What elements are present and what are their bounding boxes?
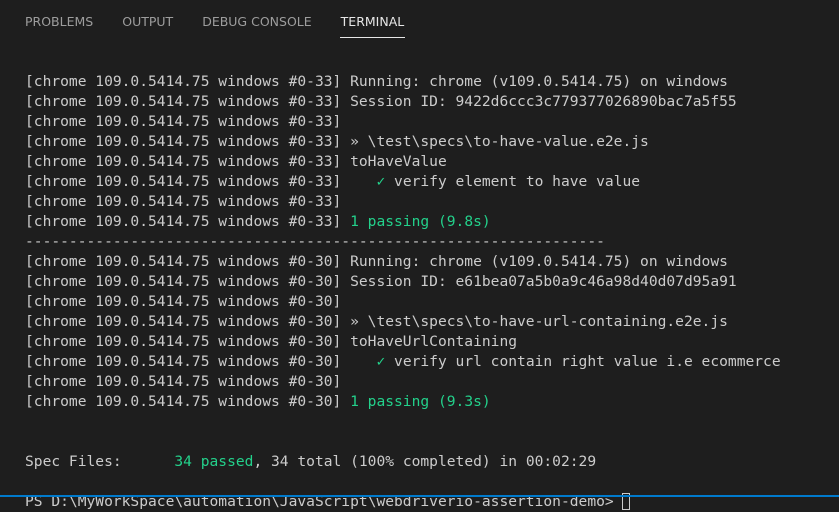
terminal-text: , 34 total (100% completed) in 00:02:29 — [253, 453, 597, 470]
terminal-text: verify element to have value — [385, 173, 641, 190]
terminal-text: verify url contain right value i.e ecomm… — [385, 353, 781, 370]
terminal-line: [chrome 109.0.5414.75 windows #0-33] Run… — [25, 72, 839, 92]
terminal-text: 1 passing (9.3s) — [350, 393, 491, 410]
terminal-text: [chrome 109.0.5414.75 windows #0-30] Ses… — [25, 273, 737, 290]
terminal-text: [chrome 109.0.5414.75 windows #0-30] — [25, 353, 377, 370]
tab-output[interactable]: OUTPUT — [122, 0, 173, 44]
terminal-line: [chrome 109.0.5414.75 windows #0-30] ✓ v… — [25, 352, 839, 372]
terminal-line: [chrome 109.0.5414.75 windows #0-33] toH… — [25, 152, 839, 172]
terminal-text: Spec Files: — [25, 453, 175, 470]
checkmark-icon: ✓ — [376, 173, 386, 190]
terminal-line: [chrome 109.0.5414.75 windows #0-33] » \… — [25, 132, 839, 152]
terminal-line: [chrome 109.0.5414.75 windows #0-33] — [25, 192, 839, 212]
terminal-text: [chrome 109.0.5414.75 windows #0-33] toH… — [25, 153, 447, 170]
terminal-text: [chrome 109.0.5414.75 windows #0-30] — [25, 293, 342, 310]
terminal-text: [chrome 109.0.5414.75 windows #0-30] Run… — [25, 253, 728, 270]
terminal-text: [chrome 109.0.5414.75 windows #0-33] — [25, 113, 342, 130]
terminal-line: ----------------------------------------… — [25, 232, 839, 252]
terminal-line: [chrome 109.0.5414.75 windows #0-30] » \… — [25, 312, 839, 332]
terminal-line: [chrome 109.0.5414.75 windows #0-30] toH… — [25, 332, 839, 352]
terminal-text: ----------------------------------------… — [25, 233, 605, 250]
terminal-line: [chrome 109.0.5414.75 windows #0-30] Ses… — [25, 272, 839, 292]
terminal-text: 34 passed — [174, 453, 254, 470]
terminal-text: [chrome 109.0.5414.75 windows #0-33] Run… — [25, 73, 728, 90]
terminal-line: [chrome 109.0.5414.75 windows #0-33] — [25, 112, 839, 132]
terminal-text: 1 passing (9.8s) — [350, 213, 491, 230]
terminal-line: [chrome 109.0.5414.75 windows #0-33] 1 p… — [25, 212, 839, 232]
terminal-line: [chrome 109.0.5414.75 windows #0-30] — [25, 292, 839, 312]
terminal-text: [chrome 109.0.5414.75 windows #0-33] » \… — [25, 133, 649, 150]
terminal-line: [chrome 109.0.5414.75 windows #0-30] 1 p… — [25, 392, 839, 412]
terminal-line: [chrome 109.0.5414.75 windows #0-30] Run… — [25, 252, 839, 272]
terminal-text: [chrome 109.0.5414.75 windows #0-33] Ses… — [25, 93, 737, 110]
terminal-text: [chrome 109.0.5414.75 windows #0-33] — [25, 173, 377, 190]
terminal-text: [chrome 109.0.5414.75 windows #0-33] — [25, 193, 342, 210]
terminal-text: [chrome 109.0.5414.75 windows #0-30] toH… — [25, 333, 518, 350]
terminal-text: [chrome 109.0.5414.75 windows #0-33] — [25, 213, 351, 230]
checkmark-icon: ✓ — [376, 353, 386, 370]
tab-terminal[interactable]: TERMINAL — [339, 0, 405, 44]
terminal-line: [chrome 109.0.5414.75 windows #0-33] Ses… — [25, 92, 839, 112]
terminal-output[interactable]: [chrome 109.0.5414.75 windows #0-33] Run… — [25, 52, 839, 512]
panel-tabs: PROBLEMS OUTPUT DEBUG CONSOLE TERMINAL — [0, 0, 839, 44]
terminal-line: [chrome 109.0.5414.75 windows #0-30] — [25, 372, 839, 392]
terminal-line: Spec Files: 34 passed, 34 total (100% co… — [25, 452, 839, 472]
tab-problems[interactable]: PROBLEMS — [25, 0, 93, 44]
terminal-text: [chrome 109.0.5414.75 windows #0-30] — [25, 373, 342, 390]
terminal-text: [chrome 109.0.5414.75 windows #0-30] — [25, 393, 351, 410]
terminal-line: [chrome 109.0.5414.75 windows #0-33] ✓ v… — [25, 172, 839, 192]
tab-debug-console[interactable]: DEBUG CONSOLE — [202, 0, 311, 44]
terminal-text: [chrome 109.0.5414.75 windows #0-30] » \… — [25, 313, 728, 330]
